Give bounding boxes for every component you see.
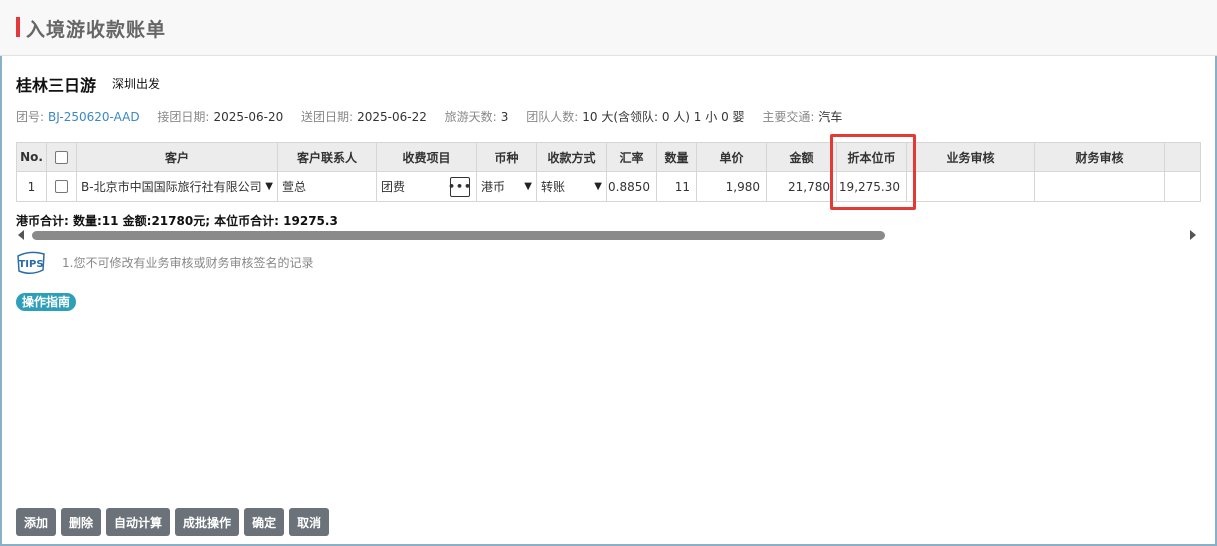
row-checkbox[interactable] xyxy=(55,180,68,193)
col-customer-header: 客户 xyxy=(77,143,278,171)
pickup-date: 2025-06-20 xyxy=(213,110,284,124)
dropoff-label: 送团日期: xyxy=(301,110,354,124)
col-fin-audit-header: 财务审核 xyxy=(1035,143,1165,171)
tour-name: 桂林三日游 xyxy=(16,76,97,95)
action-bar: 添加 删除 自动计算 成批操作 确定 取消 xyxy=(16,508,330,536)
guide-button[interactable]: 操作指南 xyxy=(16,293,77,311)
col-spacer-header xyxy=(1165,143,1200,171)
more-options-button[interactable]: ••• xyxy=(447,176,473,197)
dropoff-date: 2025-06-22 xyxy=(357,110,427,124)
group-no-label: 团号: xyxy=(16,110,45,124)
col-biz-audit-header: 业务审核 xyxy=(907,143,1035,171)
row-select-cell xyxy=(47,172,77,201)
col-pay-method-header: 收款方式 xyxy=(537,143,607,171)
col-amount-header: 金额 xyxy=(767,143,837,171)
col-fee-item-header: 收费项目 xyxy=(377,143,477,171)
qty-cell: 11 xyxy=(657,172,697,201)
tour-departure: 深圳出发 xyxy=(112,77,161,91)
batch-button[interactable]: 成批操作 xyxy=(175,508,240,536)
col-contact-header: 客户联系人 xyxy=(278,143,377,171)
row-no: 1 xyxy=(17,172,47,201)
chevron-down-icon: ▼ xyxy=(524,181,532,192)
caret-down-icon: ▼ xyxy=(594,181,602,192)
tips-icon: TIPS xyxy=(17,251,45,274)
unit-price-cell: 1,980 xyxy=(697,172,767,201)
payment-table: No. 客户 客户联系人 收费项目 币种 收款方式 汇率 数量 单价 金额 折本… xyxy=(16,142,1201,202)
tour-days: 3 xyxy=(500,110,509,124)
tour-meta: 团号: BJ-250620-AAD 接团日期: 2025-06-20 送团日期: 20… xyxy=(16,108,856,125)
customer-select[interactable]: B-北京市中国国际旅行社有限公司 ▼ xyxy=(77,172,278,201)
col-unit-price-header: 单价 xyxy=(697,143,767,171)
spacer-cell xyxy=(1165,172,1200,201)
pickup-label: 接团日期: xyxy=(157,110,210,124)
currency-summary: 港币合计: 数量:11 金额:21780元; 本位币合计: 19275.3 xyxy=(16,214,338,228)
page-title: 入境游收款账单 xyxy=(26,19,167,41)
add-button[interactable]: 添加 xyxy=(16,508,57,536)
cancel-button[interactable]: 取消 xyxy=(289,508,330,536)
delete-button[interactable]: 删除 xyxy=(61,508,102,536)
transport-label: 主要交通: xyxy=(762,110,815,124)
tips-icon-text: TIPS xyxy=(18,259,43,270)
title-accent-bar xyxy=(16,17,20,37)
pay-method-select[interactable]: 转账 ▼ xyxy=(537,172,607,201)
contact-cell: 萱总 xyxy=(278,172,377,201)
col-no-header: No. xyxy=(17,143,47,171)
chevron-down-icon: ▼ xyxy=(265,181,273,192)
scroll-right-arrow[interactable] xyxy=(1190,230,1196,240)
horizontal-scrollbar-thumb[interactable] xyxy=(32,231,885,240)
col-select-header xyxy=(47,143,77,171)
group-no-link[interactable]: BJ-250620-AAD xyxy=(48,110,140,124)
tips-text: 1.您不可修改有业务审核或财务审核签名的记录 xyxy=(62,256,314,270)
rate-cell: 0.8850 xyxy=(607,172,657,201)
transport-value: 汽车 xyxy=(818,110,843,124)
title-bar: 入境游收款账单 xyxy=(0,0,1217,56)
highlight-box xyxy=(830,134,916,210)
auto-calc-button[interactable]: 自动计算 xyxy=(106,508,171,536)
fee-item-cell: 团费 ••• xyxy=(377,172,477,201)
scroll-left-arrow[interactable] xyxy=(18,230,24,240)
ellipsis-icon: ••• xyxy=(447,180,473,193)
currency-value: 港币 xyxy=(481,180,506,194)
confirm-button[interactable]: 确定 xyxy=(244,508,285,536)
fin-audit-cell xyxy=(1035,172,1165,201)
currency-select[interactable]: 港币 ▼ xyxy=(477,172,537,201)
days-label: 旅游天数: xyxy=(444,110,497,124)
table-header: No. 客户 客户联系人 收费项目 币种 收款方式 汇率 数量 单价 金额 折本… xyxy=(17,143,1200,172)
table-row: 1 B-北京市中国国际旅行社有限公司 ▼ 萱总 团费 ••• 港币 ▼ 转账 ▼… xyxy=(17,172,1200,201)
fee-item-value: 团费 xyxy=(381,180,406,194)
biz-audit-cell xyxy=(907,172,1035,201)
customer-value: B-北京市中国国际旅行社有限公司 xyxy=(81,180,262,194)
select-all-checkbox[interactable] xyxy=(55,150,68,164)
col-rate-header: 汇率 xyxy=(607,143,657,171)
col-currency-header: 币种 xyxy=(477,143,537,171)
col-qty-header: 数量 xyxy=(657,143,697,171)
pay-method-value: 转账 xyxy=(541,180,566,194)
window-frame xyxy=(0,0,1217,546)
amount-cell: 21,780 xyxy=(767,172,837,201)
people-label: 团队人数: xyxy=(526,110,579,124)
group-size: 10 大(含领队: 0 人) 1 小 0 婴 xyxy=(582,110,745,124)
